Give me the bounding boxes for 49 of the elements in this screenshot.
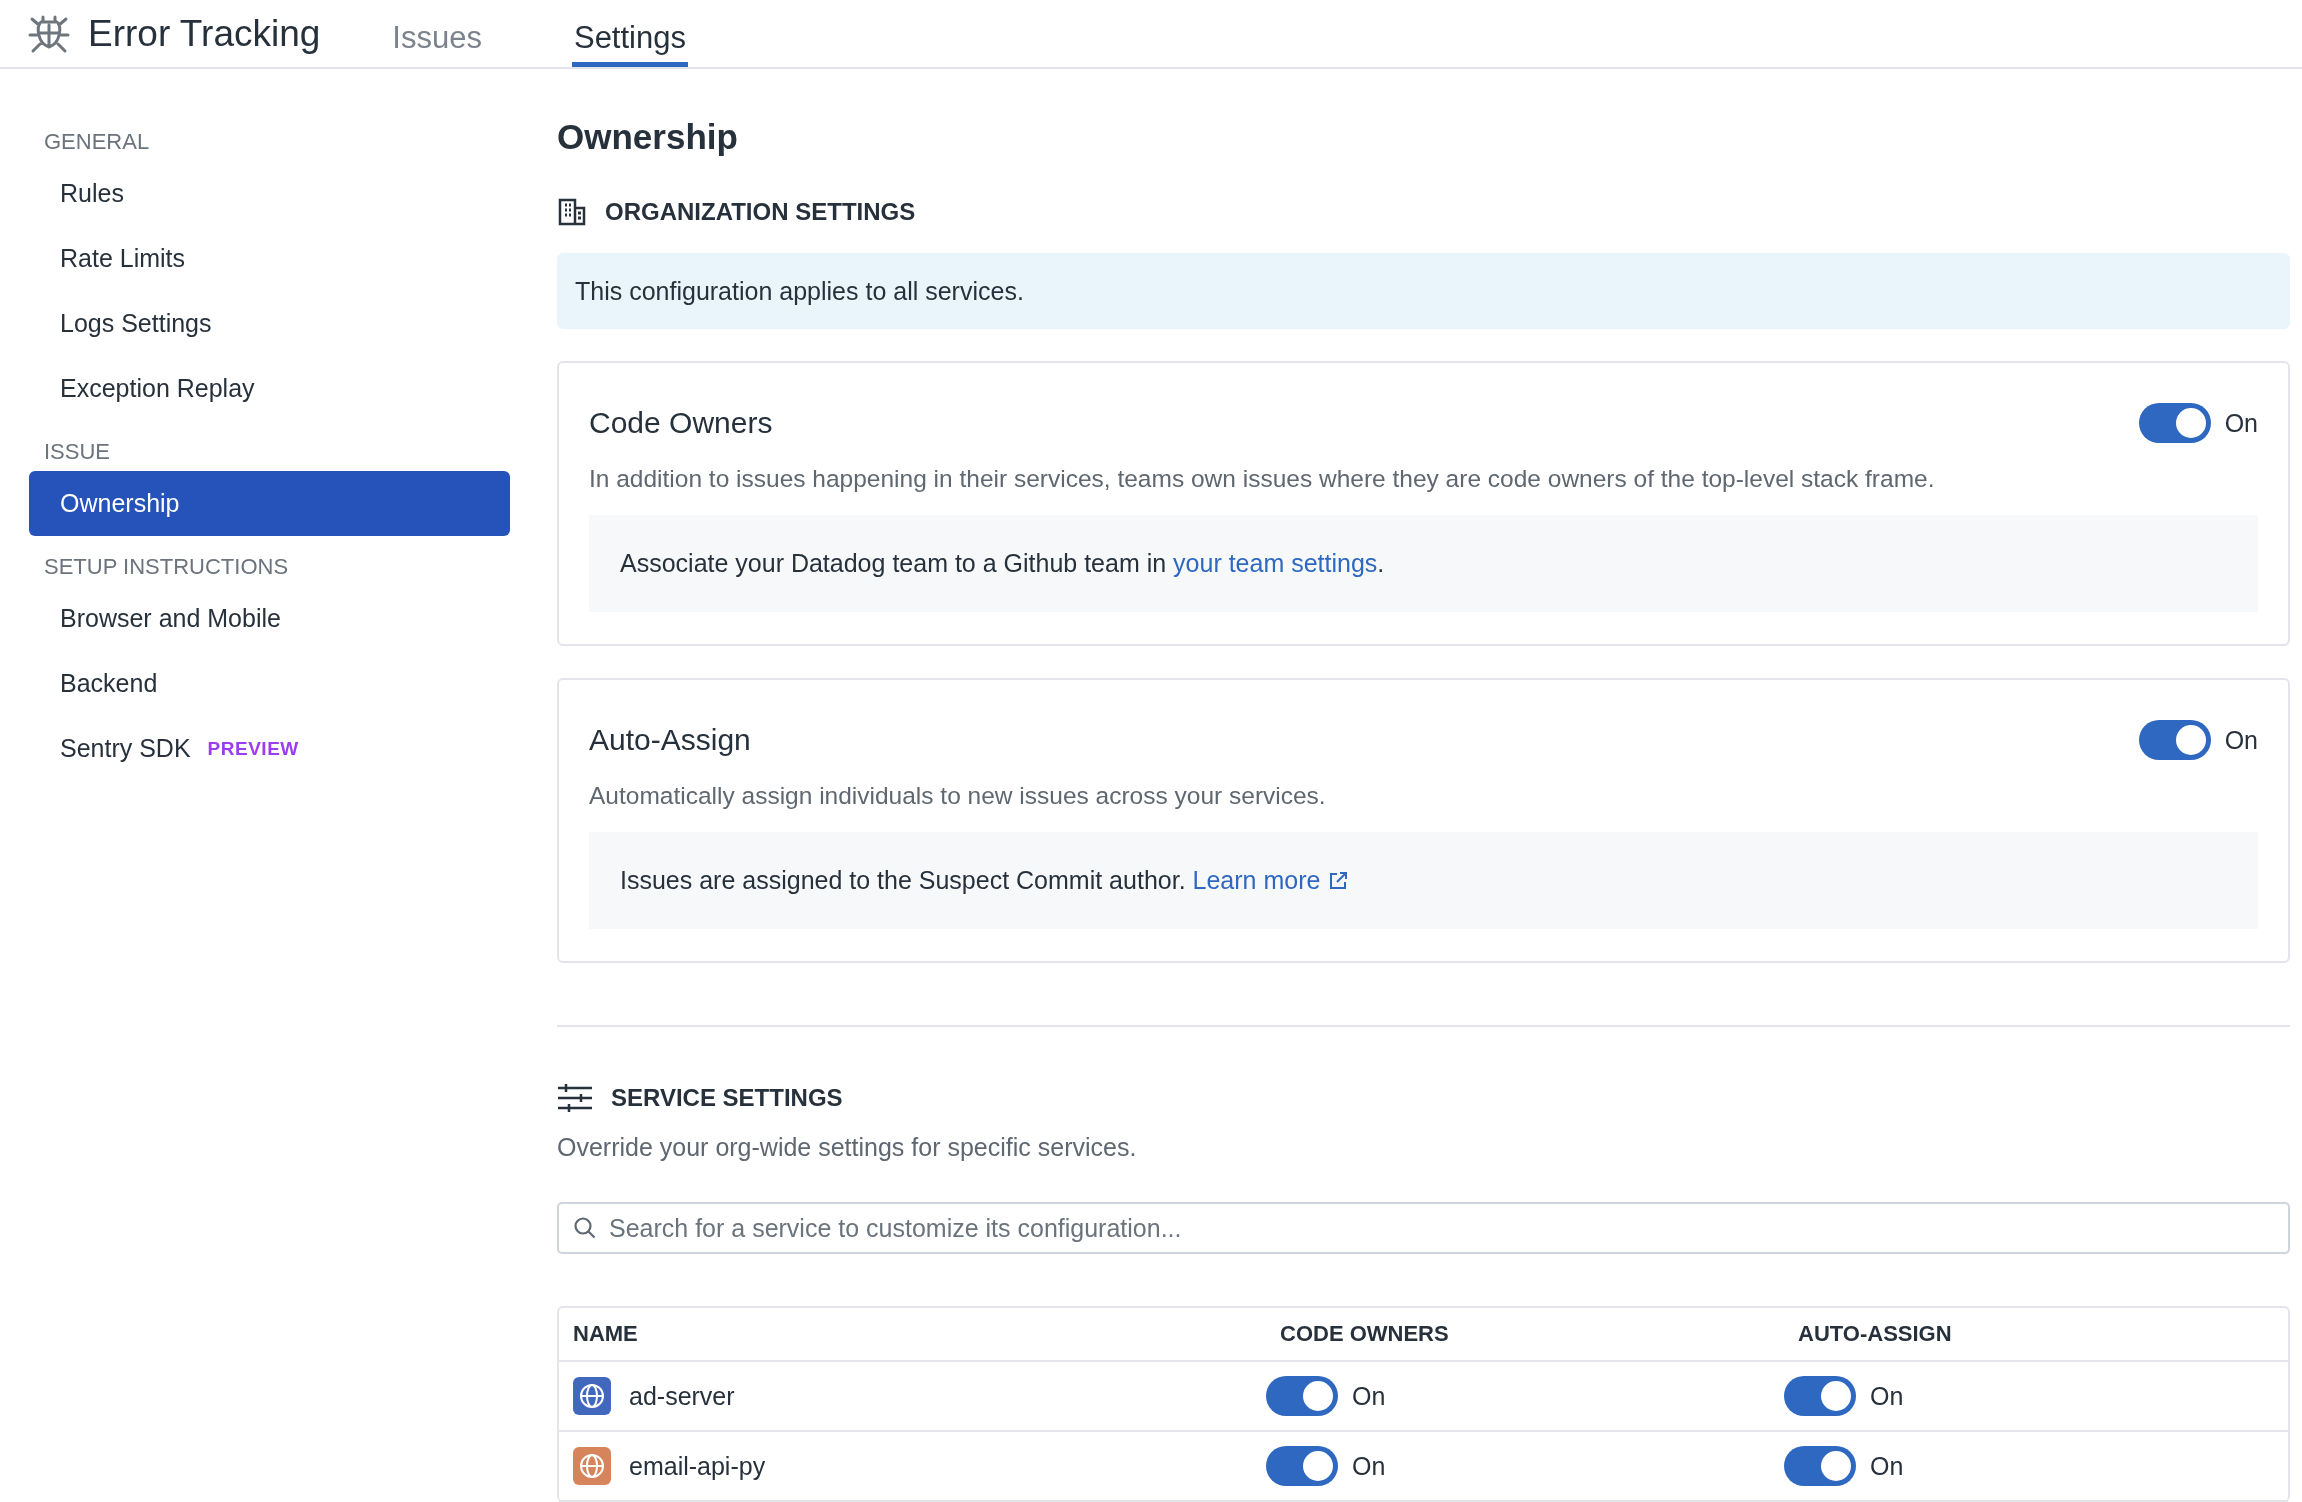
section-description: Override your org-wide settings for specific services. xyxy=(557,1133,1138,1162)
info-banner: This configuration applies to all services. xyxy=(557,253,2290,329)
nav-tab[interactable]: Issues xyxy=(390,0,484,67)
column-header: AUTO-ASSIGN xyxy=(1797,1321,1953,1347)
note-text: Issues are assigned to the Suspect Commit author. Learn more xyxy=(620,866,1349,895)
toggle-switch[interactable] xyxy=(1266,1376,1338,1416)
building-icon xyxy=(557,197,587,227)
section-heading: SETUP INSTRUCTIONS xyxy=(43,554,290,580)
toggle-switch[interactable] xyxy=(2138,720,2211,760)
service-name: ad-server xyxy=(629,1381,735,1411)
sidebar-item[interactable]: Backend xyxy=(29,651,158,716)
page-title: Ownership xyxy=(557,117,739,157)
nav-tab[interactable]: Settings xyxy=(571,0,688,67)
sidebar-item[interactable]: Browser and Mobile xyxy=(29,586,281,651)
preview-label: PREVIEW xyxy=(207,737,299,760)
section-heading: GENERAL xyxy=(43,129,151,155)
section-heading: ISSUE xyxy=(43,439,112,465)
card-description: Automatically assign individuals to new issues across your services. xyxy=(589,782,1327,810)
column-header: NAME xyxy=(572,1321,639,1347)
card-title: Code Owners xyxy=(589,406,773,440)
sliders-icon xyxy=(557,1083,593,1113)
toggle-label: On xyxy=(1352,1451,1386,1481)
toggle-label: On xyxy=(1352,1381,1386,1411)
sidebar-item[interactable]: Ownership xyxy=(29,471,510,536)
external-link-icon xyxy=(1328,870,1349,891)
section-heading: ORGANIZATION SETTINGS xyxy=(605,198,916,226)
sidebar-item[interactable]: Rate Limits xyxy=(29,226,186,291)
toggle-switch[interactable] xyxy=(1784,1376,1856,1416)
toggle-switch[interactable] xyxy=(2138,403,2211,443)
team-settings-link[interactable]: your team settings xyxy=(1173,549,1378,578)
service-name: email-api-py xyxy=(629,1451,766,1481)
sidebar-item[interactable]: Logs Settings xyxy=(29,291,212,356)
section-heading: SERVICE SETTINGS xyxy=(611,1084,843,1112)
column-header: CODE OWNERS xyxy=(1279,1321,1450,1347)
card-title: Auto-Assign xyxy=(589,723,751,757)
search-field[interactable]: Search for a service to customize its configuration... xyxy=(557,1202,2290,1254)
toggle-label: On xyxy=(1870,1451,1904,1481)
app-title: Error Tracking xyxy=(88,12,321,55)
toggle-switch[interactable] xyxy=(1784,1446,1856,1486)
toggle-switch[interactable] xyxy=(1266,1446,1338,1486)
sidebar-item[interactable]: Rules xyxy=(29,161,124,226)
toggle-label: On xyxy=(2224,408,2258,438)
learn-more-link[interactable]: Learn more xyxy=(1192,866,1349,895)
toggle-label: On xyxy=(2224,725,2258,755)
note-text: Associate your Datadog team to a Github team in your team settings. xyxy=(620,549,1385,578)
card-description: In addition to issues happening in their services, teams own issues where they are code owners of the top-level stack frame. xyxy=(589,465,1936,493)
toggle-label: On xyxy=(1870,1381,1904,1411)
sidebar-item[interactable]: Exception Replay xyxy=(29,356,255,421)
sidebar-item[interactable]: Sentry SDK xyxy=(29,716,191,781)
